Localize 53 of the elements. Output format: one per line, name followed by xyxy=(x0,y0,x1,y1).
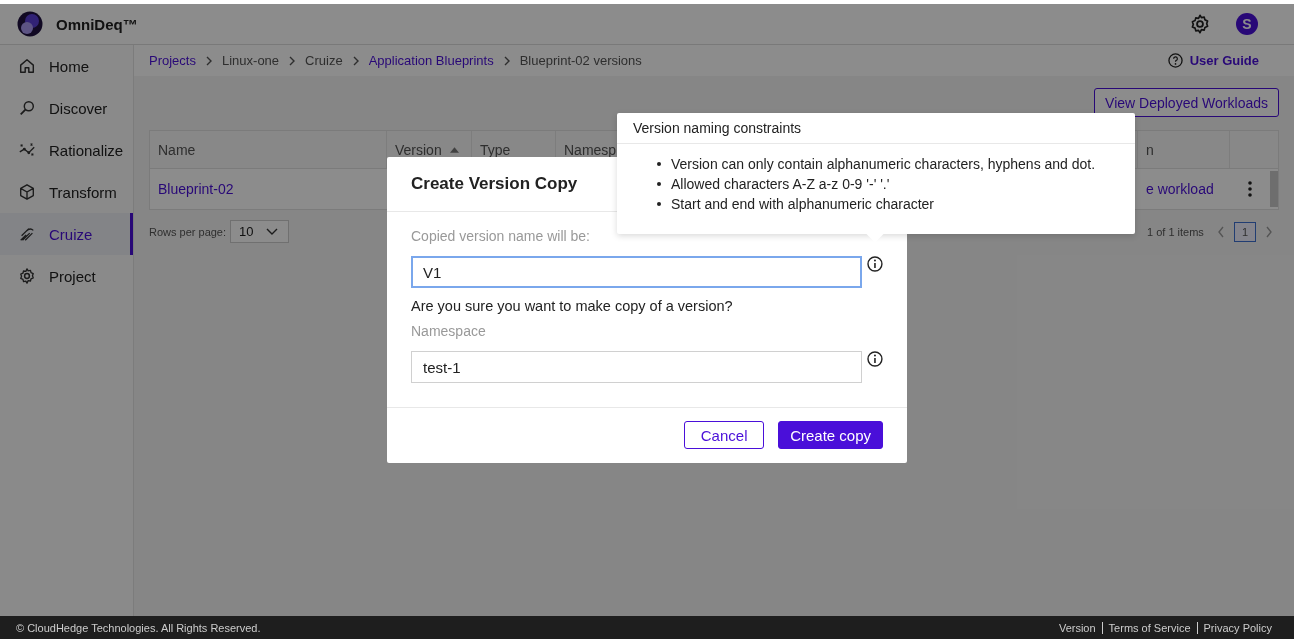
logo-icon xyxy=(17,11,43,37)
breadcrumb-item[interactable]: Application Blueprints xyxy=(368,53,494,68)
chevron-icon xyxy=(288,55,297,66)
namespace-input[interactable]: test-1 xyxy=(411,351,863,383)
gear-icon xyxy=(17,267,37,285)
chevron-icon xyxy=(204,55,213,66)
rows-per-page-label: Rows per page: xyxy=(149,225,227,238)
cube-icon xyxy=(17,183,37,201)
sort-ascending-icon[interactable] xyxy=(449,146,459,153)
sidebar-item[interactable]: Project xyxy=(0,255,133,297)
breadcrumb-item: Blueprint-02 versions xyxy=(519,53,642,68)
settings-icon[interactable] xyxy=(1189,13,1211,35)
help-icon xyxy=(1167,53,1183,68)
page-button[interactable]: 1 xyxy=(1233,221,1256,242)
sidebar-item[interactable]: Cruize xyxy=(0,213,133,255)
tooltip-title: Version naming constraints xyxy=(617,113,1135,144)
table-cell[interactable]: e workload xyxy=(1146,181,1214,197)
blueprint-link[interactable]: Blueprint-02 xyxy=(158,181,234,197)
chevron-down-icon[interactable] xyxy=(265,227,278,236)
chevron-icon xyxy=(351,55,360,66)
scatter-icon xyxy=(17,141,37,159)
column-header[interactable]: n xyxy=(1138,131,1230,168)
magnifier-icon xyxy=(17,99,37,117)
footer-link[interactable]: Privacy Policy xyxy=(1196,621,1278,634)
sidebar-item[interactable]: Discover xyxy=(0,87,133,129)
breadcrumb-item: Cruize xyxy=(305,53,343,68)
sidebar-item[interactable]: Transform xyxy=(0,171,133,213)
more-options-icon[interactable] xyxy=(1248,181,1252,197)
info-icon[interactable] xyxy=(867,351,883,367)
field-label: Namespace xyxy=(411,323,487,339)
item-range: 1 of 1 items xyxy=(1147,225,1204,238)
create-copy-button[interactable]: Create copy xyxy=(778,421,883,449)
info-icon[interactable] xyxy=(867,256,883,272)
sidebar-item[interactable]: Rationalize xyxy=(0,129,133,171)
sidebar-item[interactable]: Home xyxy=(0,45,133,87)
footer-link[interactable]: Terms of Service xyxy=(1101,621,1197,634)
rows-per-page-select[interactable]: 10 xyxy=(230,220,289,243)
view-deployed-workloads-button[interactable]: View Deployed Workloads xyxy=(1094,88,1279,117)
breadcrumb-item[interactable]: Projects xyxy=(149,53,196,68)
constraint-text: Allowed characters A-Z a-z 0-9 '-' '.' xyxy=(671,176,890,192)
footer-link[interactable]: Version xyxy=(1052,621,1102,634)
home-icon xyxy=(17,57,37,75)
confirmation-text: Are you sure you want to make copy of a version? xyxy=(411,298,734,314)
user-avatar[interactable]: S xyxy=(1236,13,1258,35)
breadcrumb-item: Linux-one xyxy=(221,53,280,68)
cancel-button[interactable]: Cancel xyxy=(684,421,765,449)
app-name: OmniDeq™ xyxy=(56,15,138,33)
scrollbar[interactable] xyxy=(1270,171,1278,207)
chevron-icon xyxy=(502,55,511,66)
version-name-input[interactable]: V1 xyxy=(411,256,863,288)
copyright-text: © CloudHedge Technologies. All Rights Reserved. xyxy=(16,621,261,634)
field-label: Copied version name will be: xyxy=(411,228,591,244)
user-guide-link[interactable]: User Guide xyxy=(1189,53,1259,68)
